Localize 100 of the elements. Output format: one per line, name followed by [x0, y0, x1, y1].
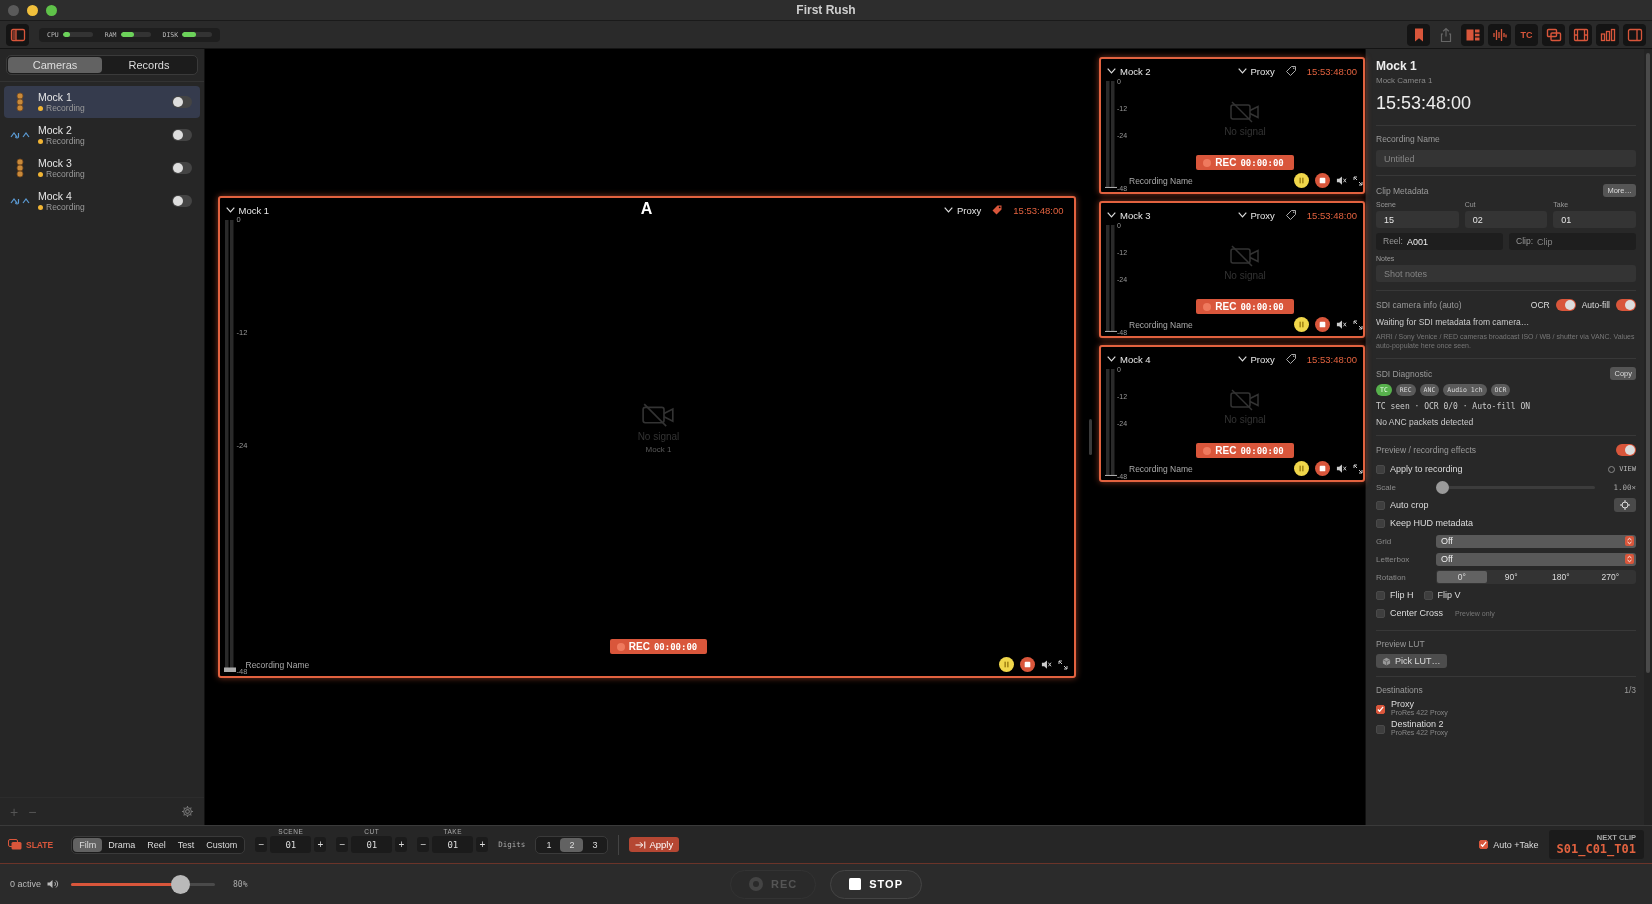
resize-handle[interactable]: [1089, 419, 1092, 455]
metadata-field[interactable]: 01: [1553, 211, 1636, 228]
preset-option[interactable]: Test: [171, 837, 201, 852]
preset-option[interactable]: Reel: [141, 837, 172, 852]
camera-list-item[interactable]: Mock 4 Recording: [4, 185, 200, 217]
counter-field[interactable]: 01: [270, 836, 312, 853]
camera-dropdown[interactable]: Mock 4: [1107, 353, 1151, 365]
sidebar-tab[interactable]: Cameras: [8, 57, 102, 73]
toolbar-button[interactable]: [1542, 23, 1565, 46]
toggle-switch[interactable]: [172, 129, 192, 141]
apply-button[interactable]: Apply: [629, 837, 680, 852]
tag-icon[interactable]: [1284, 353, 1297, 365]
destination-dropdown[interactable]: Proxy: [1237, 65, 1275, 77]
toolbar-button[interactable]: [1488, 23, 1511, 46]
pause-button[interactable]: [1294, 173, 1309, 188]
select-field[interactable]: Off: [1436, 552, 1636, 566]
toolbar-button[interactable]: [1596, 23, 1619, 46]
camera-dropdown[interactable]: Mock 1: [225, 204, 270, 216]
minimize-button[interactable]: [27, 4, 38, 16]
checkbox[interactable]: Flip V: [1423, 590, 1461, 601]
toolbar-button[interactable]: [1569, 23, 1592, 46]
notes-field[interactable]: Shot notes: [1376, 265, 1636, 282]
recording-name-field[interactable]: Untitled: [1376, 150, 1636, 167]
toolbar-button[interactable]: [1461, 23, 1484, 46]
toggle-switch[interactable]: [172, 96, 192, 108]
metadata-field[interactable]: 15: [1376, 211, 1459, 228]
scale-slider[interactable]: [1436, 480, 1596, 494]
increment-button[interactable]: +: [395, 837, 408, 852]
rotation-option[interactable]: 90°: [1486, 571, 1536, 584]
sidebar-tab[interactable]: Records: [102, 57, 196, 73]
pick-lut-button[interactable]: Pick LUT…: [1376, 654, 1447, 669]
stop-button[interactable]: [1315, 317, 1330, 332]
camera-list-item[interactable]: Mock 3 Recording: [4, 152, 200, 184]
stop-button[interactable]: STOP: [830, 869, 922, 899]
preset-option[interactable]: Custom: [200, 837, 244, 852]
toggle-switch[interactable]: [1555, 299, 1576, 311]
rotation-option[interactable]: 180°: [1536, 571, 1586, 584]
checkbox[interactable]: Apply to recording: [1376, 464, 1463, 475]
checkbox[interactable]: Flip H: [1376, 590, 1414, 601]
expand-icon[interactable]: [1353, 319, 1363, 330]
expand-icon[interactable]: [1353, 175, 1363, 186]
digits-option[interactable]: 3: [583, 837, 607, 852]
increment-button[interactable]: +: [314, 837, 327, 852]
metadata-field[interactable]: 02: [1464, 211, 1548, 228]
toggle-switch[interactable]: [172, 195, 192, 207]
checkbox[interactable]: Auto crop: [1376, 500, 1429, 511]
mute-icon[interactable]: [1336, 175, 1347, 186]
checkbox[interactable]: Center Cross: [1376, 608, 1443, 619]
sidebar-toggle-button[interactable]: [6, 23, 29, 46]
tag-icon[interactable]: [991, 204, 1004, 216]
stop-button[interactable]: [1019, 657, 1035, 672]
toggle-switch[interactable]: [1616, 444, 1636, 457]
crosshair-icon: [1620, 500, 1630, 511]
status-dot: [38, 204, 43, 210]
select-field[interactable]: Off: [1436, 534, 1636, 548]
decrement-button[interactable]: −: [417, 837, 430, 852]
counter-field[interactable]: 01: [432, 836, 474, 853]
target-button[interactable]: [1614, 498, 1636, 513]
pause-button[interactable]: [1294, 461, 1309, 476]
preset-option[interactable]: Film: [73, 837, 103, 852]
counter-field[interactable]: 01: [351, 836, 393, 853]
pause-button[interactable]: [1294, 317, 1309, 332]
toggle-switch[interactable]: [1616, 299, 1636, 311]
digits-option[interactable]: 2: [560, 837, 584, 852]
pause-button[interactable]: [998, 657, 1014, 672]
rotation-option[interactable]: 270°: [1585, 571, 1635, 584]
increment-button[interactable]: +: [476, 837, 489, 852]
camera-list-item[interactable]: Mock 2 Recording: [4, 119, 200, 151]
destination-dropdown[interactable]: Proxy: [944, 204, 982, 216]
scrollbar[interactable]: [1644, 49, 1652, 825]
tag-icon[interactable]: [1284, 209, 1297, 221]
checkbox[interactable]: Keep HUD metadata: [1376, 518, 1474, 529]
expand-icon[interactable]: [1353, 463, 1363, 474]
toggle-switch[interactable]: [172, 162, 192, 174]
volume-slider[interactable]: [71, 874, 216, 894]
destination-dropdown[interactable]: Proxy: [1237, 209, 1275, 221]
stop-button[interactable]: [1315, 461, 1330, 476]
mute-icon[interactable]: [1336, 319, 1347, 330]
zoom-button[interactable]: [46, 4, 57, 16]
stop-button[interactable]: [1315, 173, 1330, 188]
settings-icon[interactable]: [181, 805, 194, 818]
camera-name: Mock 3: [38, 157, 73, 169]
camera-list-item[interactable]: Mock 1 Recording: [4, 86, 200, 118]
digits-option[interactable]: 1: [537, 837, 561, 852]
toolbar-button[interactable]: [1623, 23, 1646, 46]
expand-icon[interactable]: [1057, 659, 1068, 670]
destination-dropdown[interactable]: Proxy: [1237, 353, 1275, 365]
decrement-button[interactable]: −: [336, 837, 349, 852]
inspector-timecode: 15:53:48:00: [1376, 93, 1473, 114]
mute-icon[interactable]: [1336, 463, 1347, 474]
rotation-option[interactable]: 0°: [1437, 571, 1487, 584]
decrement-button[interactable]: −: [255, 837, 268, 852]
checkbox[interactable]: Auto +Take: [1479, 839, 1539, 850]
toolbar-button[interactable]: [1407, 23, 1430, 46]
tag-icon[interactable]: [1284, 65, 1297, 77]
camera-dropdown[interactable]: Mock 2: [1107, 65, 1151, 77]
mute-icon[interactable]: [1040, 659, 1052, 670]
camera-dropdown[interactable]: Mock 3: [1107, 209, 1151, 221]
timecode-button[interactable]: TC: [1515, 23, 1538, 46]
preset-option[interactable]: Drama: [102, 837, 142, 852]
